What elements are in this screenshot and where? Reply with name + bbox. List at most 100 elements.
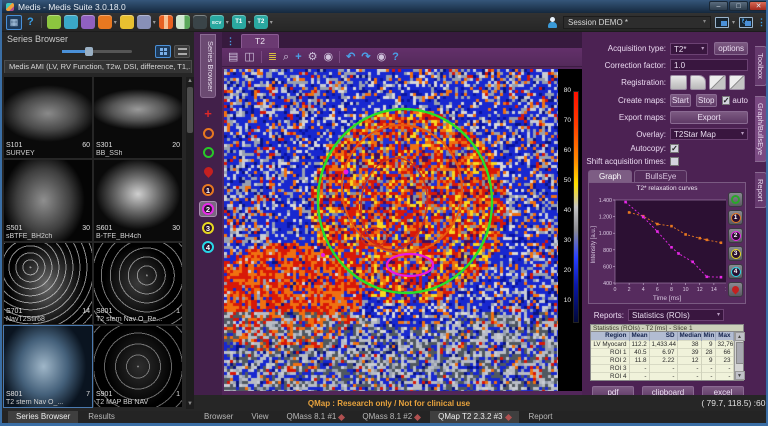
app-icon-gray[interactable] — [137, 15, 151, 29]
app-icon-green[interactable] — [47, 15, 61, 29]
layers-icon[interactable]: ≣ — [268, 52, 277, 63]
tab-report[interactable]: Report — [755, 172, 767, 209]
series-thumbnail[interactable]: S50130sBTFE_BH2ch — [4, 160, 92, 241]
app-icon-purple[interactable] — [81, 15, 95, 29]
epi-contour-button[interactable] — [199, 144, 217, 160]
table-row[interactable]: ROI 140.56.97392866 — [591, 348, 733, 356]
zoom-icon[interactable]: ⌕ — [283, 52, 289, 63]
app-icon-person[interactable] — [193, 15, 207, 29]
snapshot-icon[interactable]: ◉ — [324, 52, 334, 63]
series-thumbnail[interactable]: S8011T2 stern Nav O_Re... — [94, 243, 182, 324]
tab-series-browser[interactable]: Series Browser — [8, 411, 78, 423]
pin-icon[interactable] — [338, 413, 345, 420]
slider-handle[interactable] — [85, 47, 93, 56]
add-contour-button[interactable]: + — [199, 106, 217, 122]
app-icon-qmass[interactable] — [98, 15, 112, 29]
epicardial-contour[interactable] — [310, 102, 499, 300]
blood-graph-button[interactable] — [728, 282, 743, 297]
table-row[interactable]: LV Myocard112.21,433.4438932,767 — [591, 340, 733, 348]
series-thumbnail[interactable]: S70114NavT2Stir68 — [4, 243, 92, 324]
study-group-tab[interactable]: Medis AMI (LV, RV Function, T2w, DSI, di… — [4, 60, 192, 73]
chevron-down-icon[interactable]: ▾ — [732, 19, 735, 26]
list-view-button[interactable] — [174, 45, 190, 58]
start-button[interactable]: Start — [670, 94, 691, 107]
tab-graph-bullseye[interactable]: Graph/BullsEye — [755, 96, 767, 162]
roi-marker-dot[interactable] — [344, 170, 349, 175]
tab-qmass-1[interactable]: QMass 8.1 #1 — [279, 411, 353, 423]
endocardial-contour[interactable] — [334, 117, 471, 260]
registration-deform-button[interactable] — [729, 75, 746, 90]
chevron-down-icon[interactable]: ▾ — [153, 19, 156, 26]
grid-view-button[interactable] — [155, 45, 171, 58]
close-button[interactable]: ✕ — [749, 1, 768, 11]
inner-contour[interactable] — [356, 155, 431, 253]
roi4-button[interactable]: 4 — [199, 239, 217, 255]
blood-roi-button[interactable] — [199, 163, 217, 179]
epi-graph-button[interactable] — [728, 192, 743, 207]
chevron-down-icon[interactable]: ▾ — [226, 19, 229, 26]
t2-map-image[interactable] — [224, 69, 558, 391]
auto-checkbox[interactable]: ✓ — [722, 96, 731, 105]
stop-button[interactable]: Stop — [696, 94, 717, 107]
roi3-button[interactable]: 3 — [199, 220, 217, 236]
app-icon-t2[interactable]: T2 — [254, 15, 268, 29]
layout-monitor-icon[interactable] — [715, 17, 729, 28]
roi2-graph-button[interactable]: 2 — [728, 228, 743, 243]
series-thumbnail[interactable]: S60130B-TFE_BH4ch — [94, 160, 182, 241]
tab-report-bottom[interactable]: Report — [521, 411, 561, 423]
tab-view[interactable]: View — [243, 411, 276, 423]
shift-checkbox[interactable] — [670, 157, 679, 166]
roi2-button[interactable]: 2 — [199, 201, 217, 217]
camera-icon[interactable]: ◉ — [377, 52, 387, 63]
tab-results[interactable]: Results — [80, 411, 123, 423]
layout-icon[interactable]: ▦ — [6, 15, 22, 30]
registration-affine-button[interactable] — [709, 75, 726, 90]
scroll-down-icon[interactable]: ▼ — [186, 400, 194, 409]
open-study-icon[interactable]: ▤ — [228, 52, 238, 63]
reports-select[interactable]: Statistics (ROIs)▾ — [628, 309, 724, 321]
registration-none-button[interactable] — [670, 75, 687, 90]
roi3-graph-button[interactable]: 3 — [728, 246, 743, 261]
series-thumbnail-selected[interactable]: S8017T2 stern Nav O_... — [4, 326, 92, 407]
endo-contour-button[interactable] — [199, 125, 217, 141]
save-icon[interactable]: ◫ — [244, 52, 254, 63]
autocopy-checkbox[interactable]: ✓ — [670, 144, 679, 153]
chevron-down-icon[interactable]: ▾ — [114, 19, 117, 26]
pin-icon[interactable] — [504, 413, 511, 420]
scroll-up-icon[interactable]: ▲ — [735, 332, 745, 341]
pan-icon[interactable]: + — [295, 52, 301, 63]
table-row[interactable]: ROI 3----- — [591, 364, 733, 372]
options-button[interactable]: options — [714, 42, 748, 55]
series-thumbnail[interactable]: S10160SURVEY — [4, 77, 92, 158]
export-button[interactable]: Export — [670, 111, 748, 124]
table-scrollbar[interactable]: ▲ ▼ — [734, 332, 744, 380]
series-thumbnail[interactable]: S9011T2 MAP BB NAV — [94, 326, 182, 407]
maximize-button[interactable]: □ — [729, 1, 748, 11]
help-icon[interactable]: ? — [25, 16, 36, 28]
undo-icon[interactable]: ↶ — [346, 52, 355, 63]
app-icon-green-stripe[interactable] — [176, 15, 190, 29]
series-thumbnail[interactable]: S30120BB_SSh — [94, 77, 182, 158]
app-icon-yellow[interactable] — [120, 15, 134, 29]
thumbnail-scrollbar[interactable]: ▲ ▼ — [186, 77, 194, 409]
chevron-down-icon[interactable]: ▾ — [248, 19, 251, 26]
settings-icon[interactable]: ⚙ — [308, 52, 318, 63]
tab-overflow-icon[interactable]: ⋮ — [226, 36, 235, 47]
app-icon-t1[interactable]: T1 — [232, 15, 246, 29]
app-icon-orange-stripe[interactable] — [159, 15, 173, 29]
overlay-select[interactable]: T2Star Map▾ — [670, 128, 748, 140]
scroll-down-icon[interactable]: ▼ — [735, 371, 745, 380]
menu-dots-icon[interactable]: ⋮ — [757, 17, 766, 28]
roi2-contour[interactable] — [387, 254, 433, 276]
correction-factor-input[interactable]: 1.0 — [670, 59, 748, 71]
tab-bullseye[interactable]: BullsEye — [634, 170, 687, 182]
app-icon-ecv[interactable]: ECV — [210, 15, 224, 29]
tab-qmap-t2[interactable]: QMap T2 2.3.2 #3 — [430, 411, 518, 423]
help-icon[interactable]: ? — [392, 52, 399, 63]
roi-marker-dot[interactable] — [321, 253, 325, 257]
series-browser-side-tab[interactable]: Series Browser — [200, 34, 216, 98]
roi1-graph-button[interactable]: 1 — [728, 210, 743, 225]
registration-rigid-button[interactable] — [690, 75, 707, 90]
reset-layout-icon[interactable] — [739, 17, 753, 28]
scrollbar-thumb[interactable] — [736, 342, 744, 364]
